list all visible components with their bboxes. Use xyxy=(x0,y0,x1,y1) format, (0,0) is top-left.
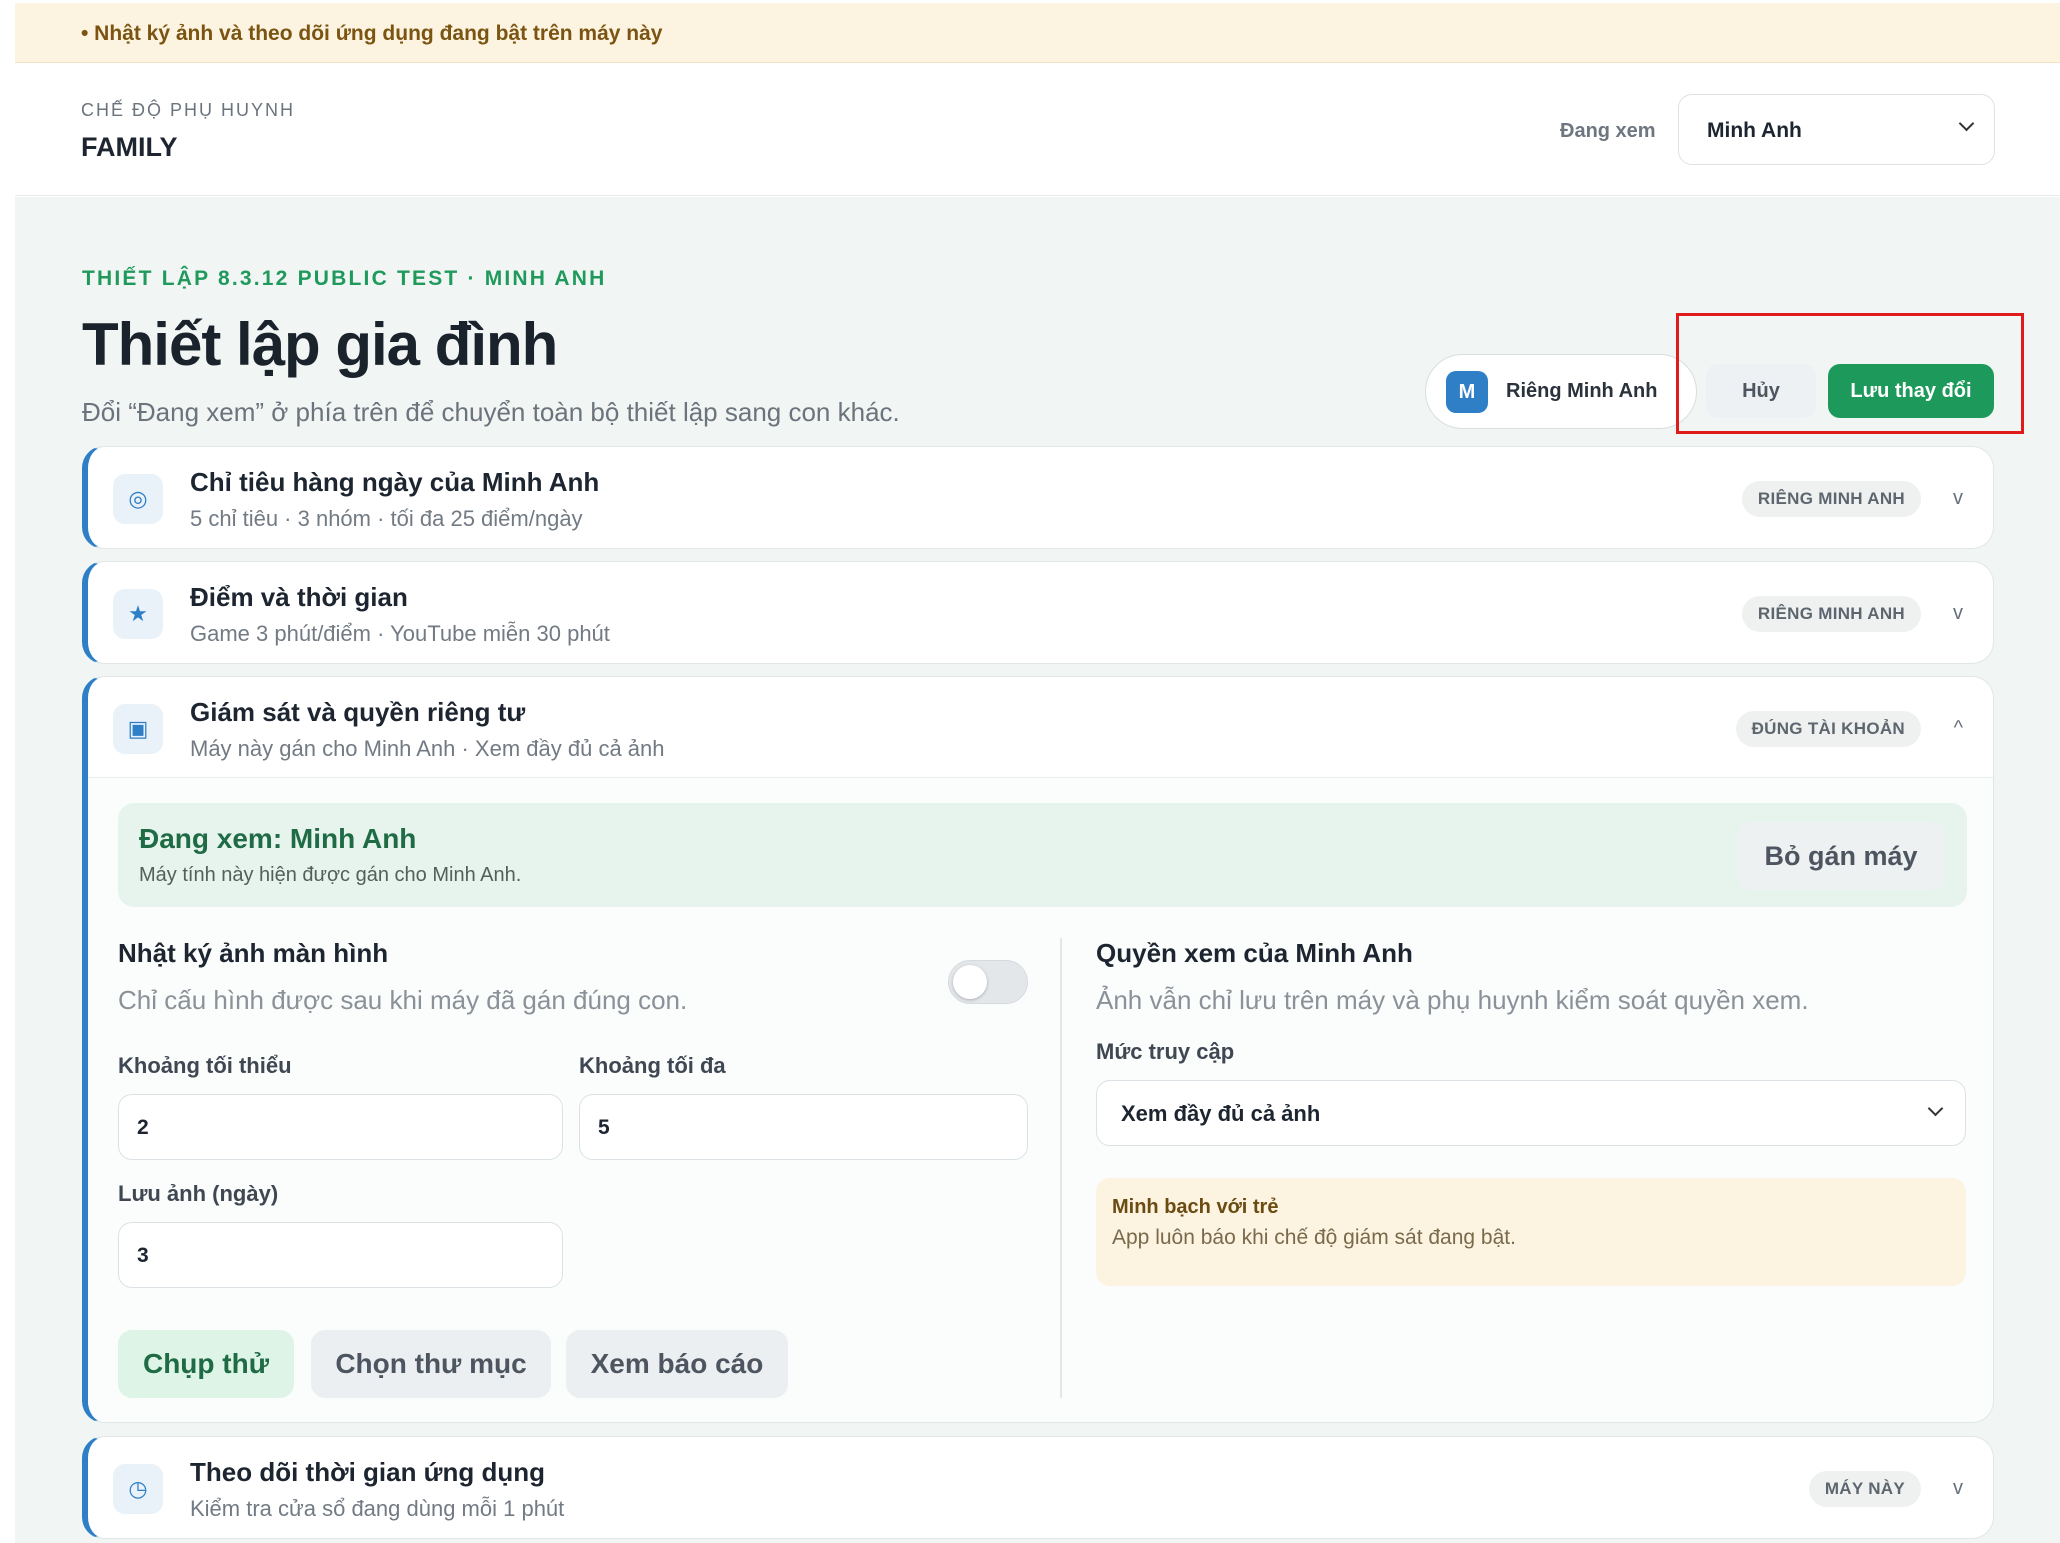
retention-days-input[interactable]: 3 xyxy=(118,1222,563,1288)
toggle-knob xyxy=(953,965,987,999)
note-title: Minh bạch với trẻ xyxy=(1112,1196,1279,1218)
max-interval-label: Khoảng tối đa xyxy=(579,1053,726,1078)
page-subtitle: Đổi “Đang xem” ở phía trên để chuyển toà… xyxy=(82,397,900,427)
screenshot-log-column: Nhật ký ảnh màn hình Chỉ cấu hình được s… xyxy=(118,938,1028,1398)
assignment-title: Đang xem: Minh Anh xyxy=(139,823,417,854)
star-icon: ★ xyxy=(113,589,163,639)
transparency-note: Minh bạch với trẻ App luôn báo khi chế đ… xyxy=(1096,1178,1966,1286)
section-title: Theo dõi thời gian ứng dụng xyxy=(190,1457,546,1487)
retention-days-label: Lưu ảnh (ngày) xyxy=(118,1181,279,1206)
assignment-subtitle: Máy tính này hiện được gán cho Minh Anh. xyxy=(139,864,522,886)
scope-label: Riêng Minh Anh xyxy=(1506,380,1658,402)
min-interval-label: Khoảng tối thiểu xyxy=(118,1053,292,1078)
scope-badge: RIÊNG MINH ANH xyxy=(1741,596,1921,632)
access-level-select[interactable]: Xem đầy đủ cả ảnh xyxy=(1096,1080,1966,1146)
access-level-value: Xem đầy đủ cả ảnh xyxy=(1121,1101,1321,1126)
page-title: Thiết lập gia đình xyxy=(82,311,558,378)
section-daily-goals: ◎ Chỉ tiêu hàng ngày của Minh Anh 5 chỉ … xyxy=(82,446,1994,549)
monitor-icon: ▣ xyxy=(113,704,163,754)
access-title: Quyền xem của Minh Anh xyxy=(1096,938,1413,968)
min-interval-value: 2 xyxy=(137,1116,149,1139)
status-banner: • Nhật ký ảnh và theo dõi ứng dụng đang … xyxy=(15,3,2060,63)
note-subtitle: App luôn báo khi chế độ giám sát đang bậ… xyxy=(1112,1226,1516,1249)
max-interval-input[interactable]: 5 xyxy=(579,1094,1028,1160)
chevron-down-icon xyxy=(1958,115,1975,132)
device-assignment-box: Đang xem: Minh Anh Máy tính này hiện đượ… xyxy=(118,803,1967,907)
section-monitoring-privacy: ▣ Giám sát và quyền riêng tư Máy này gán… xyxy=(82,676,1994,1423)
avatar: M xyxy=(1446,371,1488,413)
chevron-down-icon[interactable]: v xyxy=(1953,1477,1963,1500)
choose-folder-button[interactable]: Chọn thư mục xyxy=(311,1330,551,1398)
section-app-time-tracking: ◷ Theo dõi thời gian ứng dụng Kiểm tra c… xyxy=(82,1436,1994,1539)
section-subtitle: Kiểm tra cửa sổ đang dùng mỗi 1 phút xyxy=(190,1496,565,1521)
viewing-child-value: Minh Anh xyxy=(1707,119,1802,142)
chevron-down-icon xyxy=(1927,1100,1944,1117)
cancel-button[interactable]: Hủy xyxy=(1706,364,1816,418)
clock-icon: ◷ xyxy=(113,1464,163,1514)
viewing-label: Đang xem xyxy=(1560,120,1656,142)
access-level-label: Mức truy cập xyxy=(1096,1039,1235,1064)
section-body: Đang xem: Minh Anh Máy tính này hiện đượ… xyxy=(88,777,1993,1422)
section-title: Giám sát và quyền riêng tư xyxy=(190,697,526,727)
column-divider xyxy=(1060,938,1062,1398)
test-capture-button[interactable]: Chụp thử xyxy=(118,1330,294,1398)
section-subtitle: Máy này gán cho Minh Anh · Xem đầy đủ cả… xyxy=(190,736,665,761)
section-header[interactable]: ◷ Theo dõi thời gian ứng dụng Kiểm tra c… xyxy=(88,1437,1993,1537)
section-title: Điểm và thời gian xyxy=(190,582,408,612)
section-header[interactable]: ◎ Chỉ tiêu hàng ngày của Minh Anh 5 chỉ … xyxy=(88,447,1993,547)
top-bar: CHẾ ĐỘ PHỤ HUYNH FAMILY Đang xem Minh An… xyxy=(15,64,2060,196)
retention-days-value: 3 xyxy=(137,1244,149,1267)
viewing-child-select[interactable]: Minh Anh xyxy=(1678,94,1995,165)
scope-badge: MÁY NÀY xyxy=(1808,1471,1921,1507)
unassign-device-button[interactable]: Bỏ gán máy xyxy=(1737,822,1945,890)
section-subtitle: 5 chỉ tiêu · 3 nhóm · tối đa 25 điểm/ngà… xyxy=(190,506,583,531)
section-title: Chỉ tiêu hàng ngày của Minh Anh xyxy=(190,467,600,497)
section-header[interactable]: ★ Điểm và thời gian Game 3 phút/điểm · Y… xyxy=(88,562,1993,662)
status-banner-text: • Nhật ký ảnh và theo dõi ứng dụng đang … xyxy=(81,22,663,45)
target-icon: ◎ xyxy=(113,474,163,524)
settings-eyebrow: THIẾT LẬP 8.3.12 PUBLIC TEST · MINH ANH xyxy=(82,267,607,290)
section-points-time: ★ Điểm và thời gian Game 3 phút/điểm · Y… xyxy=(82,561,1994,664)
brand-name: FAMILY xyxy=(81,132,178,162)
scope-badge: RIÊNG MINH ANH xyxy=(1741,481,1921,517)
save-changes-button[interactable]: Lưu thay đổi xyxy=(1828,364,1994,418)
section-header[interactable]: ▣ Giám sát và quyền riêng tư Máy này gán… xyxy=(88,677,1993,777)
mode-label: CHẾ ĐỘ PHỤ HUYNH xyxy=(81,100,296,120)
screenshot-log-title: Nhật ký ảnh màn hình xyxy=(118,938,389,968)
chevron-down-icon[interactable]: v xyxy=(1953,487,1963,510)
screenshot-log-subtitle: Chỉ cấu hình được sau khi máy đã gán đún… xyxy=(118,985,688,1015)
access-column: Quyền xem của Minh Anh Ảnh vẫn chỉ lưu t… xyxy=(1096,938,1966,1398)
chevron-up-icon[interactable]: ^ xyxy=(1954,717,1963,740)
section-subtitle: Game 3 phút/điểm · YouTube miễn 30 phút xyxy=(190,621,610,646)
min-interval-input[interactable]: 2 xyxy=(118,1094,563,1160)
max-interval-value: 5 xyxy=(598,1116,610,1139)
scope-badge: ĐÚNG TÀI KHOẢN xyxy=(1735,711,1921,747)
screenshot-log-toggle[interactable] xyxy=(948,960,1028,1004)
chevron-down-icon[interactable]: v xyxy=(1953,602,1963,625)
scope-pill[interactable]: M Riêng Minh Anh xyxy=(1425,354,1697,429)
view-report-button[interactable]: Xem báo cáo xyxy=(566,1330,788,1398)
access-subtitle: Ảnh vẫn chỉ lưu trên máy và phụ huynh ki… xyxy=(1096,985,1809,1015)
